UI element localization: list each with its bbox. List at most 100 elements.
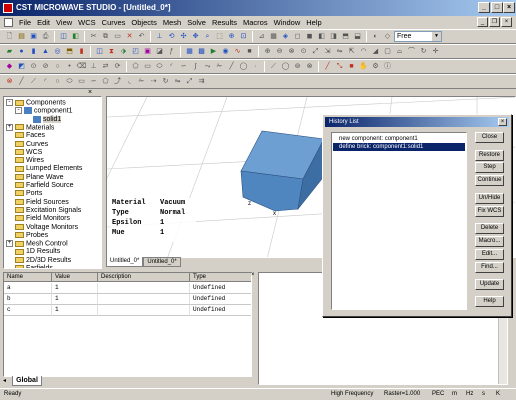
align-icon[interactable]: ⇲ xyxy=(322,46,333,57)
param-value-cell[interactable]: 1 xyxy=(52,294,98,305)
param-type-cell[interactable]: Undefined xyxy=(190,305,251,316)
spline-icon[interactable]: ∽ xyxy=(178,61,189,72)
pick-vertex-icon[interactable]: • xyxy=(64,61,75,72)
transient-icon[interactable]: ∿ xyxy=(232,46,243,57)
maximize-button[interactable]: □ xyxy=(491,2,503,13)
draw-cross-icon[interactable]: ⊗ xyxy=(304,61,315,72)
param-col-type[interactable]: Type xyxy=(190,273,251,282)
history-macro-button[interactable]: Macro... xyxy=(475,236,504,247)
tree-expander[interactable]: - xyxy=(6,99,13,106)
tree-item[interactable]: Curves xyxy=(6,141,48,149)
dynamic-zoom-icon[interactable]: ⌕ xyxy=(202,31,213,42)
chamfer-icon[interactable]: ◢ xyxy=(370,46,381,57)
rotate-profile-icon[interactable]: ↻ xyxy=(418,46,429,57)
menu-file[interactable]: File xyxy=(16,18,34,27)
tree-expander[interactable]: + xyxy=(6,123,13,131)
copy-icon[interactable]: ⧉ xyxy=(100,31,111,42)
history-edit-button[interactable]: Edit... xyxy=(475,249,504,260)
param-type-cell[interactable]: Undefined xyxy=(190,294,251,305)
pick-circle-icon[interactable]: ○ xyxy=(52,61,63,72)
stop-icon[interactable]: ■ xyxy=(346,61,357,72)
tree-item[interactable]: 1D Results xyxy=(6,248,60,256)
mdi-restore-button[interactable]: ❐ xyxy=(489,17,500,27)
wire-icon[interactable]: ╱ xyxy=(322,61,333,72)
trace-icon[interactable]: ⤳ xyxy=(202,61,213,72)
param-name-cell[interactable]: c xyxy=(4,305,52,316)
mdi-close-button[interactable]: × xyxy=(501,17,512,27)
tree-expander[interactable]: + xyxy=(6,240,13,248)
brick-solid[interactable] xyxy=(240,130,326,212)
symmetry-icon[interactable]: ◪ xyxy=(154,46,165,57)
tree-item[interactable]: Field Monitors xyxy=(6,215,70,223)
boolean-intersect-icon[interactable]: ⊗ xyxy=(286,46,297,57)
boolean-add-icon[interactable]: ⊕ xyxy=(262,46,273,57)
draw-point-icon[interactable]: ⊚ xyxy=(292,61,303,72)
curve-ellipse-icon[interactable]: ⬭ xyxy=(64,76,75,87)
tree-item[interactable]: Excitation Signals xyxy=(6,207,81,215)
material-icon[interactable]: ▮ xyxy=(76,46,87,57)
pick-edge-icon[interactable]: ◆ xyxy=(4,61,15,72)
tree-item[interactable]: + Materials xyxy=(6,123,54,132)
tree-item[interactable]: - Components xyxy=(6,99,66,107)
tree-item[interactable]: Farfields xyxy=(6,265,53,268)
minimize-button[interactable]: _ xyxy=(478,2,490,13)
view-right-icon[interactable]: ◨ xyxy=(328,31,339,42)
trim-curve-icon[interactable]: ✁ xyxy=(214,61,225,72)
history-step-button[interactable]: Step xyxy=(475,162,504,173)
curve-scale-icon[interactable]: ⤢ xyxy=(184,76,195,87)
history-close-icon[interactable]: × xyxy=(498,118,507,126)
perspective-icon[interactable]: ◈ xyxy=(280,31,291,42)
hand-icon[interactable]: ✋ xyxy=(358,61,369,72)
tree-item[interactable]: solid1 xyxy=(24,115,62,124)
menu-window[interactable]: Window xyxy=(271,18,304,27)
point-icon[interactable]: · xyxy=(250,61,261,72)
curve-arc-icon[interactable]: ◜ xyxy=(40,76,51,87)
stop-solver-icon[interactable]: ■ xyxy=(244,46,255,57)
polygon-icon[interactable]: ⬠ xyxy=(130,61,141,72)
tree-item[interactable]: Farfield Source xyxy=(6,182,73,190)
curve-trim-icon[interactable]: ✁ xyxy=(136,76,147,87)
frequency-icon[interactable]: ƒ xyxy=(166,46,177,57)
curve-3d-icon[interactable]: ⤴ xyxy=(112,76,123,87)
tree-item[interactable]: Plane Wave xyxy=(6,174,63,182)
new-file-icon[interactable]: 🗋 xyxy=(4,31,15,42)
view-tab-3d[interactable]: Untitled_0* xyxy=(106,257,144,267)
sweep-icon[interactable]: ⌒ xyxy=(406,46,417,57)
draw-line-icon[interactable]: ⟋ xyxy=(268,61,279,72)
blend-icon[interactable]: ◠ xyxy=(358,46,369,57)
eigenmode-icon[interactable]: ◉ xyxy=(220,46,231,57)
tree-item[interactable]: Wires xyxy=(6,157,44,165)
history-update-button[interactable]: Update xyxy=(475,279,504,290)
param-name-cell[interactable]: a xyxy=(4,283,52,294)
param-value-cell[interactable]: 1 xyxy=(52,305,98,316)
history-continue-button[interactable]: Continue xyxy=(475,175,504,186)
tree-close-icon[interactable]: × xyxy=(88,89,97,96)
close-button[interactable]: × xyxy=(503,2,515,13)
curve-rect-icon[interactable]: ▭ xyxy=(76,76,87,87)
delete-icon[interactable]: ✕ xyxy=(124,31,135,42)
rotate-icon[interactable]: ⟲ xyxy=(166,31,177,42)
curve-spline-icon[interactable]: ∽ xyxy=(88,76,99,87)
port-icon[interactable]: ◫ xyxy=(94,46,105,57)
cylinder-icon[interactable]: ▮ xyxy=(28,46,39,57)
print-icon[interactable]: ⎙ xyxy=(40,31,51,42)
wireframe-icon[interactable]: ◇ xyxy=(382,31,393,42)
history-item[interactable]: new component: component1 xyxy=(333,135,465,143)
settings-icon[interactable]: ⚙ xyxy=(370,61,381,72)
new-curve-icon[interactable]: ⊗ xyxy=(4,76,15,87)
grid-icon[interactable]: ▦ xyxy=(268,31,279,42)
solver-icon[interactable]: ▶ xyxy=(208,46,219,57)
tree-item[interactable]: Ports xyxy=(6,190,42,198)
extrude-icon[interactable]: ⬒ xyxy=(64,46,75,57)
transform-icon[interactable]: ⤢ xyxy=(310,46,321,57)
curve-circle-icon[interactable]: ○ xyxy=(52,76,63,87)
param-value-cell[interactable]: 1 xyxy=(52,283,98,294)
curve-polygon-icon[interactable]: ⬠ xyxy=(100,76,111,87)
menu-help[interactable]: Help xyxy=(303,18,324,27)
view-mode-select[interactable]: Free xyxy=(394,31,442,42)
mirror-icon[interactable]: ⇋ xyxy=(334,46,345,57)
curve-offset-icon[interactable]: ⇉ xyxy=(196,76,207,87)
lumped-element-icon[interactable]: ⧗ xyxy=(106,46,117,57)
history-un-hide-button[interactable]: Un/Hide xyxy=(475,193,504,204)
paste-icon[interactable]: ▭ xyxy=(112,31,123,42)
